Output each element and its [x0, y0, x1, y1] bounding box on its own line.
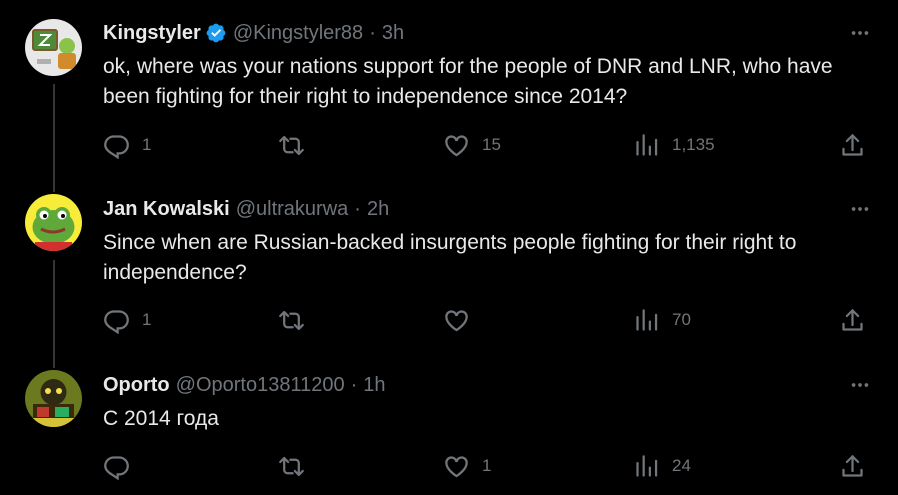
views-button[interactable]: 70 — [633, 306, 691, 334]
tweet[interactable]: Jan Kowalski @ultrakurwa · 2h Since when… — [0, 180, 898, 356]
share-icon — [842, 308, 863, 331]
user-handle[interactable]: @Kingstyler88 — [233, 22, 363, 45]
reply-icon — [104, 455, 129, 480]
share-button[interactable] — [839, 131, 866, 159]
share-icon — [842, 133, 863, 156]
retweet-button[interactable] — [278, 131, 317, 159]
reply-button[interactable]: 1 — [103, 306, 151, 334]
tweet-text: Since when are Russian-backed insurgents… — [103, 231, 797, 284]
tweet-text: ok, where was your nations support for t… — [103, 55, 833, 108]
tweet-text: С 2014 года — [103, 407, 219, 430]
like-count: 15 — [482, 135, 501, 154]
avatar-frog-image — [25, 194, 82, 251]
tweet-header: Oporto @Oporto13811200 · 1h — [103, 373, 386, 397]
action-bar: 1 70 — [103, 306, 867, 334]
reply-icon — [104, 309, 129, 334]
verified-badge-icon[interactable] — [205, 22, 227, 44]
display-name[interactable]: Jan Kowalski — [103, 198, 230, 221]
timestamp[interactable]: 3h — [382, 22, 404, 45]
views-count: 1,135 — [672, 135, 715, 154]
heart-icon — [445, 309, 468, 331]
views-button[interactable]: 24 — [633, 452, 691, 480]
avatar-cartoon-image — [25, 370, 82, 427]
reply-button[interactable] — [103, 452, 142, 480]
like-count: 1 — [482, 456, 492, 475]
separator-dot: · — [350, 373, 358, 396]
user-handle[interactable]: @ultrakurwa — [236, 198, 349, 221]
separator-dot: · — [354, 197, 361, 220]
user-handle[interactable]: @Oporto13811200 — [176, 374, 345, 397]
action-bar: 1 15 1,135 — [103, 131, 867, 159]
views-count: 24 — [672, 456, 691, 475]
reply-count: 1 — [142, 310, 152, 329]
retweet-icon — [279, 310, 304, 330]
display-name[interactable]: Kingstyler — [103, 22, 201, 45]
views-chart-icon — [636, 308, 658, 331]
action-bar: 1 24 — [103, 452, 867, 480]
separator-dot: · — [369, 21, 376, 44]
like-button[interactable] — [443, 306, 482, 334]
reply-button[interactable]: 1 — [103, 131, 151, 159]
avatar-chalkboard-image — [25, 19, 82, 76]
tweet[interactable]: Kingstyler @Kingstyler88 · 3h ok, where … — [0, 0, 898, 180]
heart-icon — [445, 455, 468, 477]
more-horizontal-icon[interactable] — [848, 373, 872, 397]
retweet-button[interactable] — [278, 452, 317, 480]
share-button[interactable] — [839, 452, 866, 480]
tweet-header: Kingstyler @Kingstyler88 · 3h — [103, 21, 404, 45]
reply-icon — [104, 134, 129, 159]
timestamp[interactable]: 2h — [367, 198, 389, 221]
retweet-button[interactable] — [278, 306, 317, 334]
timestamp[interactable]: 1h — [363, 374, 385, 397]
share-icon — [842, 454, 863, 477]
display-name[interactable]: Oporto — [103, 374, 170, 397]
retweet-icon — [279, 135, 304, 155]
share-button[interactable] — [839, 306, 866, 334]
more-horizontal-icon[interactable] — [848, 21, 872, 45]
heart-icon — [445, 134, 468, 156]
avatar[interactable] — [25, 19, 82, 76]
reply-count: 1 — [142, 135, 152, 154]
like-button[interactable]: 15 — [443, 131, 501, 159]
views-count: 70 — [672, 310, 691, 329]
avatar[interactable] — [25, 194, 82, 251]
views-chart-icon — [636, 133, 658, 156]
avatar[interactable] — [25, 370, 82, 427]
more-horizontal-icon[interactable] — [848, 197, 872, 221]
views-chart-icon — [636, 454, 658, 477]
retweet-icon — [279, 456, 304, 476]
tweet[interactable]: Oporto @Oporto13811200 · 1h С 2014 года … — [0, 356, 898, 495]
views-button[interactable]: 1,135 — [633, 131, 715, 159]
tweet-header: Jan Kowalski @ultrakurwa · 2h — [103, 197, 389, 221]
like-button[interactable]: 1 — [443, 452, 491, 480]
